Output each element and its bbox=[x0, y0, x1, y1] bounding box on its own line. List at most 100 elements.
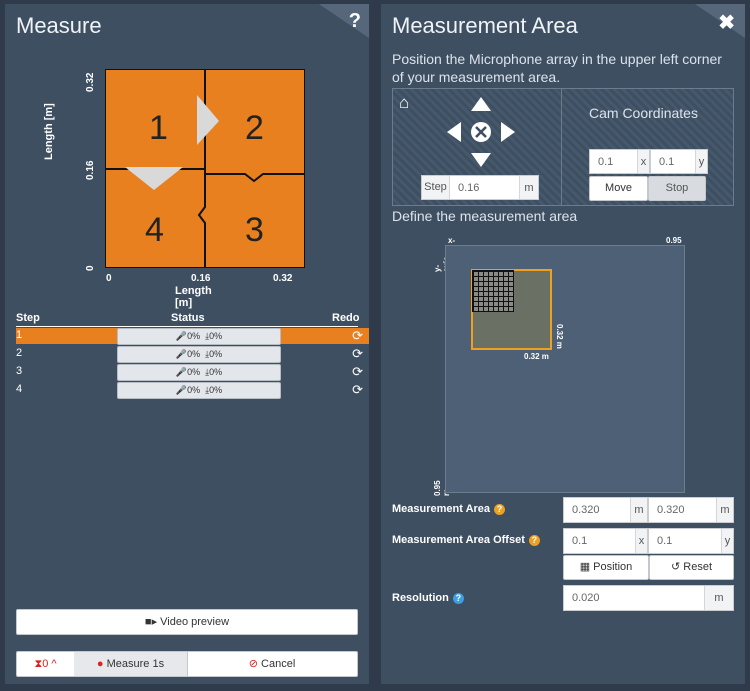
cam-y-field: y bbox=[650, 149, 708, 174]
offset-y-unit: y bbox=[721, 529, 733, 553]
arrow-down-icon[interactable] bbox=[471, 153, 491, 167]
area-height-field: m bbox=[648, 497, 734, 523]
area-field: 0.32 m 0.32 m bbox=[445, 245, 685, 493]
cancel-button[interactable]: ⊘ Cancel bbox=[187, 652, 357, 676]
offset-y-field: y bbox=[648, 528, 734, 554]
timer-button[interactable]: ⧗0 ^ bbox=[17, 652, 75, 676]
bottom-action-bar: ⧗0 ^ ● Measure 1s ⊘ Cancel bbox=[16, 651, 358, 677]
x-tick-0: 0 bbox=[106, 273, 112, 284]
help-icon[interactable]: ? bbox=[349, 10, 361, 33]
measure-button[interactable]: ● Measure 1s bbox=[74, 652, 188, 676]
resolution-label: Resolution? bbox=[392, 592, 464, 604]
resolution-unit: m bbox=[704, 586, 733, 610]
y-tick-0: 0 bbox=[85, 265, 96, 271]
redo-icon[interactable]: ⟳ bbox=[352, 364, 363, 380]
quadrant-4: 4 bbox=[145, 211, 164, 249]
step-field: Step m bbox=[421, 175, 539, 200]
step-label: Step bbox=[422, 176, 450, 199]
position-control-box: ⌂ Step m Cam Coordinates x y Move Stop bbox=[392, 88, 734, 206]
move-button[interactable]: Move bbox=[589, 176, 648, 201]
help-icon[interactable]: ? bbox=[528, 534, 540, 546]
arrow-up-icon[interactable] bbox=[471, 97, 491, 111]
microphone-icon: 🎤 bbox=[175, 367, 188, 377]
table-row[interactable]: 2 🎤0% ⤓0% ⟳ bbox=[16, 346, 369, 363]
resolution-input[interactable] bbox=[564, 586, 704, 610]
offset-y-input[interactable] bbox=[649, 529, 722, 553]
area-width-unit: m bbox=[630, 498, 647, 522]
x-tick-0.16: 0.16 bbox=[191, 273, 211, 284]
stop-button[interactable]: Stop bbox=[648, 176, 706, 201]
measurement-area-panel: ✖ Measurement Area Position the Micropho… bbox=[381, 4, 745, 684]
row-status: 🎤0% ⤓0% bbox=[117, 364, 281, 381]
row-step: 4 bbox=[16, 383, 23, 395]
table-row[interactable]: 1 🎤0% ⤓0% ⟳ bbox=[16, 328, 369, 345]
panel-title: Measure bbox=[16, 13, 102, 38]
cam-coordinates-title: Cam Coordinates bbox=[589, 105, 698, 121]
measurement-area-label: Measurement Area? bbox=[392, 503, 506, 515]
microphone-icon: 🎤 bbox=[175, 331, 188, 341]
row-status: 🎤0% ⤓0% bbox=[117, 346, 281, 363]
x-tick-0.32: 0.32 bbox=[273, 273, 293, 284]
microphone-icon: 🎤 bbox=[175, 385, 188, 395]
quadrant-2: 2 bbox=[245, 109, 264, 147]
position-button[interactable]: ▦ Position bbox=[563, 555, 649, 580]
offset-label: Measurement Area Offset? bbox=[392, 534, 540, 546]
rect-width-label: 0.32 m bbox=[524, 352, 549, 361]
area-width-input[interactable] bbox=[564, 498, 630, 522]
chevron-up-icon: ^ bbox=[48, 658, 57, 670]
video-preview-button[interactable]: ■▸ Video preview bbox=[16, 609, 358, 635]
direction-pad bbox=[447, 97, 515, 167]
quadrant-grid-svg bbox=[104, 68, 306, 269]
quadrant-1: 1 bbox=[149, 109, 168, 147]
step-input[interactable] bbox=[450, 176, 520, 199]
redo-icon[interactable]: ⟳ bbox=[352, 346, 363, 362]
cam-x-input[interactable] bbox=[590, 150, 640, 173]
x-axis-label: Length [m] bbox=[175, 285, 212, 309]
arrow-right-icon[interactable] bbox=[501, 122, 515, 142]
grid-icon: ▦ bbox=[579, 561, 591, 573]
reset-button[interactable]: ↺ Reset bbox=[649, 555, 734, 580]
row-status: 🎤0% ⤓0% bbox=[117, 328, 281, 345]
row-step: 1 bbox=[16, 329, 23, 341]
grid-box: 1 2 3 4 bbox=[104, 68, 306, 269]
header-step: Step bbox=[16, 312, 40, 324]
header-redo: Redo bbox=[332, 312, 360, 324]
record-icon: ● bbox=[96, 658, 104, 670]
home-icon[interactable]: ⌂ bbox=[399, 93, 409, 113]
area-height-input[interactable] bbox=[649, 498, 716, 522]
step-unit: m bbox=[519, 176, 538, 199]
redo-icon[interactable]: ⟳ bbox=[352, 328, 363, 344]
microphone-array-grid[interactable] bbox=[472, 270, 514, 312]
arrow-left-icon[interactable] bbox=[447, 122, 461, 142]
redo-icon[interactable]: ⟳ bbox=[352, 382, 363, 398]
cam-y-input[interactable] bbox=[651, 150, 697, 173]
offset-x-field: x bbox=[563, 528, 648, 554]
help-icon[interactable]: ? bbox=[494, 503, 506, 515]
measurement-rect[interactable] bbox=[471, 269, 552, 350]
header-status: Status bbox=[171, 312, 205, 324]
area-width-field: m bbox=[563, 497, 648, 523]
panel-title: Measurement Area bbox=[392, 13, 578, 38]
video-camera-icon: ■▸ bbox=[144, 616, 158, 628]
offset-x-unit: x bbox=[635, 529, 647, 553]
ban-icon: ⊘ bbox=[248, 658, 258, 670]
measure-panel: ? Measure Length [m] 0.32 0.16 0 1 2 3 4 bbox=[5, 4, 369, 684]
offset-x-input[interactable] bbox=[564, 529, 636, 553]
row-status: 🎤0% ⤓0% bbox=[117, 382, 281, 399]
corner-tab bbox=[319, 4, 369, 38]
microphone-icon: 🎤 bbox=[175, 349, 188, 359]
y-tick-0.32: 0.32 bbox=[85, 72, 96, 92]
vertical-separator bbox=[561, 89, 562, 205]
row-step: 3 bbox=[16, 365, 23, 377]
cam-y-unit: y bbox=[695, 150, 707, 173]
header-divider bbox=[16, 326, 358, 327]
table-row[interactable]: 3 🎤0% ⤓0% ⟳ bbox=[16, 364, 369, 381]
undo-icon: ↺ bbox=[670, 561, 681, 573]
close-icon[interactable]: ✖ bbox=[718, 10, 735, 35]
table-row[interactable]: 4 🎤0% ⤓0% ⟳ bbox=[16, 382, 369, 399]
y-axis-label: Length [m] bbox=[43, 103, 55, 160]
define-area-label: Define the measurement area bbox=[392, 208, 578, 224]
help-icon[interactable]: ? bbox=[452, 592, 464, 604]
rect-height-label: 0.32 m bbox=[555, 324, 564, 349]
y-tick-0.16: 0.16 bbox=[85, 160, 96, 180]
